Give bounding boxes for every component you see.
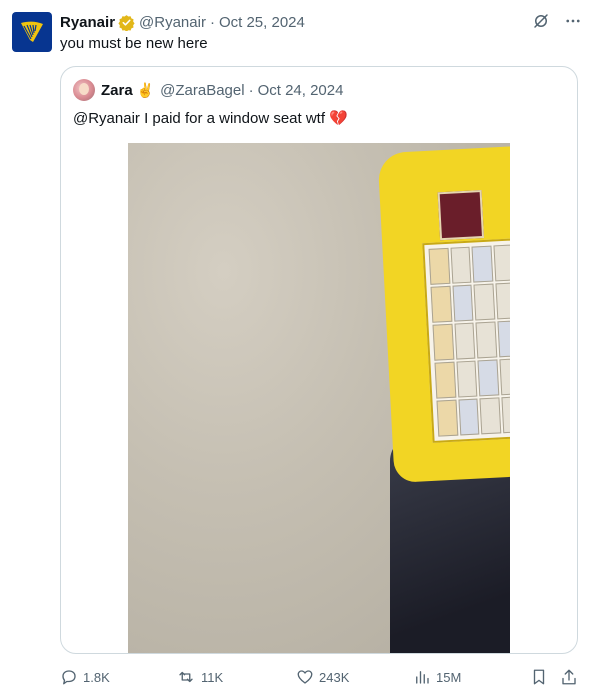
- quoted-tweet[interactable]: Zara ✌️ @ZaraBagel · Oct 24, 2024 @Ryana…: [60, 66, 578, 654]
- quote-text: @Ryanair I paid for a window seat wtf 💔: [73, 110, 348, 127]
- share-icon: [562, 669, 576, 685]
- author-handle[interactable]: @Ryanair: [139, 14, 206, 31]
- quote-date[interactable]: Oct 24, 2024: [258, 82, 344, 99]
- reply-button[interactable]: 1.8K: [60, 668, 110, 686]
- tweet-date[interactable]: Oct 25, 2024: [219, 14, 305, 31]
- repost-count: 11K: [201, 669, 224, 685]
- quote-avatar[interactable]: [73, 79, 95, 101]
- share-button[interactable]: [560, 668, 578, 686]
- views-button[interactable]: 15M: [413, 668, 461, 686]
- views-count: 15M: [436, 669, 462, 685]
- header-actions: [532, 12, 582, 34]
- quote-header: Zara ✌️ @ZaraBagel · Oct 24, 2024: [73, 79, 343, 101]
- tweet-text: you must be new here: [60, 35, 208, 52]
- safety-card-label: [437, 190, 485, 241]
- repost-icon: [179, 671, 193, 683]
- author-name[interactable]: Ryanair: [60, 14, 115, 31]
- like-button[interactable]: 243K: [296, 668, 349, 686]
- bookmark-button[interactable]: [530, 668, 548, 686]
- verified-badge-icon: [118, 14, 135, 31]
- safety-card: [422, 238, 510, 443]
- quote-author-emoji: ✌️: [136, 81, 155, 98]
- quote-separator-dot: ·: [248, 81, 254, 99]
- ryanair-avatar[interactable]: [12, 12, 52, 52]
- quote-author-name[interactable]: Zara: [101, 82, 133, 99]
- safety-card-holder: [377, 145, 510, 483]
- ryanair-harp-logo: [21, 21, 43, 42]
- views-icon: [416, 671, 429, 684]
- quote-photo[interactable]: [128, 143, 510, 653]
- bookmark-icon: [533, 669, 545, 685]
- reply-count: 1.8K: [83, 669, 110, 685]
- repost-button[interactable]: 11K: [176, 668, 223, 686]
- action-bar: 1.8K 11K 243K 15M: [60, 668, 582, 686]
- quote-author-handle[interactable]: @ZaraBagel: [160, 82, 244, 99]
- like-count: 243K: [319, 669, 350, 685]
- reply-icon: [62, 670, 76, 685]
- grok-icon[interactable]: [532, 12, 550, 34]
- more-icon[interactable]: [564, 12, 582, 34]
- like-icon: [297, 670, 313, 684]
- separator-dot: ·: [209, 13, 215, 31]
- tweet-header: Ryanair @Ryanair · Oct 25, 2024: [60, 12, 582, 32]
